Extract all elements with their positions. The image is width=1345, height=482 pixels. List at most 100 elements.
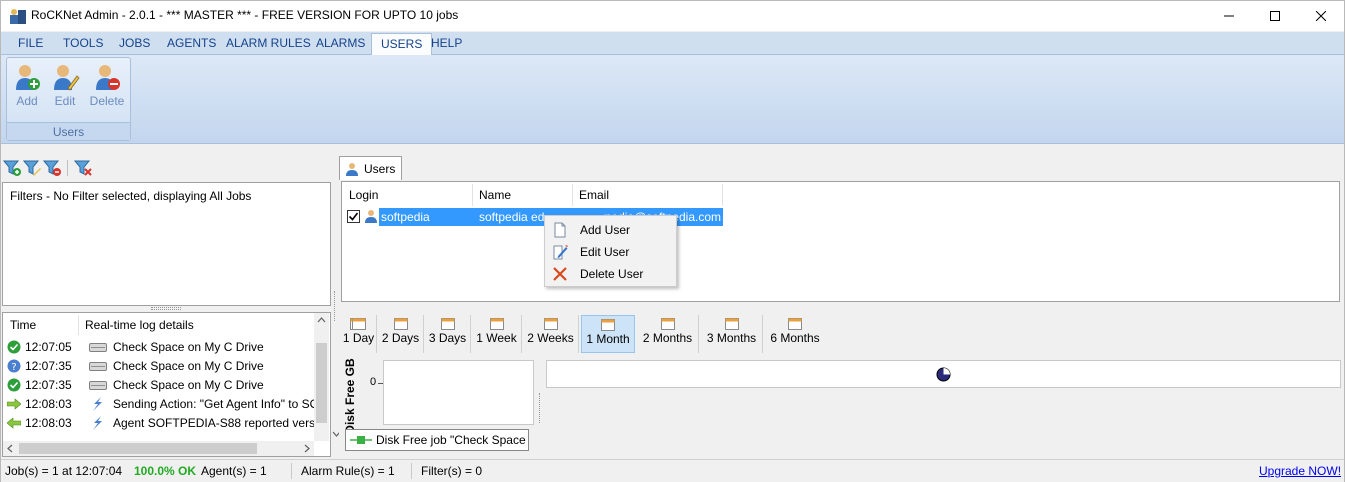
status-agents: Agent(s) = 1	[201, 464, 267, 478]
ctx-edit-user[interactable]: Edit User	[545, 241, 676, 263]
log-detail: Check Space on My C Drive	[113, 358, 264, 373]
success-check-icon	[7, 340, 21, 353]
menu-bar: FILE TOOLS JOBS AGENTS ALARM RULES ALARM…	[1, 32, 1344, 56]
column-name[interactable]: Name	[473, 184, 573, 206]
range-1-week[interactable]: 1 Week	[472, 315, 522, 353]
context-menu: Add User Edit User Delete User	[544, 215, 677, 287]
menu-alarm-rules[interactable]: ALARM RULES	[217, 32, 320, 55]
edit-filter-icon[interactable]	[22, 159, 41, 177]
edit-document-icon	[553, 245, 568, 260]
log-column-details[interactable]: Real-time log details	[85, 318, 194, 332]
log-horizontal-thumb[interactable]	[19, 443, 257, 454]
ctx-add-user[interactable]: Add User	[545, 219, 676, 241]
delete-x-icon	[553, 267, 567, 281]
chart-ylabel: Disk Free GB	[343, 358, 357, 434]
calendar-icon	[543, 318, 558, 330]
calendar-icon	[351, 318, 366, 330]
maximize-icon	[1270, 11, 1280, 21]
add-user-icon	[16, 65, 40, 90]
app-window: RoCKNet Admin - 2.0.1 - *** MASTER *** -…	[0, 0, 1345, 482]
range-2-months[interactable]: 2 Months	[637, 315, 699, 353]
add-user-ribbon-button[interactable]: Add	[7, 62, 47, 114]
log-vertical-scrollbar[interactable]	[314, 313, 341, 441]
drive-icon	[89, 380, 107, 390]
menu-agents[interactable]: AGENTS	[158, 32, 225, 55]
log-time: 12:07:35	[25, 377, 72, 392]
log-time: 12:08:03	[25, 396, 72, 411]
calendar-icon	[393, 318, 408, 330]
drive-icon	[89, 342, 107, 352]
log-row[interactable]: 12:07:35 Check Space on My C Drive	[7, 375, 264, 394]
svg-text:?: ?	[11, 362, 16, 373]
delete-user-ribbon-button[interactable]: Delete	[87, 62, 127, 114]
scroll-left-icon	[7, 444, 13, 453]
success-check-icon	[7, 378, 21, 391]
column-login[interactable]: Login	[343, 184, 473, 206]
drive-icon	[89, 361, 107, 371]
user-login-cell: softpedia	[381, 210, 430, 224]
lightning-icon	[93, 396, 102, 411]
user-row-icon	[365, 209, 377, 226]
calendar-icon	[660, 318, 675, 330]
log-row[interactable]: 12:07:05 Check Space on My C Drive	[7, 337, 264, 356]
log-row[interactable]: ? 12:07:35 Check Space on My C Drive	[7, 356, 264, 375]
clear-filter-icon[interactable]	[73, 159, 92, 177]
window-title: RoCKNet Admin - 2.0.1 - *** MASTER *** -…	[31, 8, 459, 22]
log-vertical-thumb[interactable]	[316, 343, 327, 423]
range-2-weeks[interactable]: 2 Weeks	[523, 315, 579, 353]
minimize-button[interactable]	[1206, 1, 1252, 31]
filter-toolbar	[2, 157, 92, 179]
range-2-days[interactable]: 2 Days	[378, 315, 424, 353]
legend-swatch	[350, 436, 372, 444]
user-name-cell: softpedia edit	[479, 210, 545, 224]
edit-user-ribbon-button[interactable]: Edit	[45, 62, 85, 114]
menu-alarms[interactable]: ALARMS	[307, 32, 374, 55]
log-row[interactable]: 12:08:03 Agent SOFTPEDIA-S88 reported ve…	[7, 413, 321, 432]
legend-label: Disk Free job "Check Space or	[376, 433, 529, 447]
add-filter-icon[interactable]	[2, 159, 21, 177]
log-row[interactable]: 12:08:03 Sending Action: "Get Agent Info…	[7, 394, 321, 413]
delete-filter-icon[interactable]	[42, 159, 61, 177]
add-label: Add	[16, 94, 38, 108]
scroll-up-icon	[317, 317, 326, 323]
app-logo-icon	[9, 7, 27, 25]
pie-chart-icon	[936, 367, 951, 382]
log-column-time[interactable]: Time	[10, 318, 36, 332]
column-email[interactable]: Email	[573, 184, 723, 206]
close-button[interactable]	[1298, 1, 1344, 31]
vertical-splitter[interactable]	[334, 291, 337, 321]
range-label: 2 Months	[642, 331, 693, 345]
ctx-delete-user[interactable]: Delete User	[545, 263, 676, 285]
tab-users[interactable]: Users	[339, 156, 402, 180]
log-time: 12:07:35	[25, 358, 72, 373]
filters-text: Filters - No Filter selected, displaying…	[10, 189, 252, 203]
menu-tools[interactable]: TOOLS	[54, 32, 112, 55]
chart-splitter[interactable]	[539, 393, 540, 423]
horizontal-splitter[interactable]	[151, 307, 181, 310]
range-1-day[interactable]: 1 Day	[341, 315, 377, 353]
chart-ytick: 0	[370, 376, 377, 388]
log-detail: Sending Action: "Get Agent Info" to SOF	[113, 396, 321, 411]
menu-file[interactable]: FILE	[9, 32, 52, 55]
filters-panel: Filters - No Filter selected, displaying…	[2, 182, 331, 306]
user-row-checkbox[interactable]	[347, 210, 360, 223]
range-3-months[interactable]: 3 Months	[701, 315, 763, 353]
menu-help[interactable]: HELP	[422, 32, 471, 55]
maximize-button[interactable]	[1252, 1, 1298, 31]
range-label: 3 Days	[428, 331, 467, 345]
range-3-days[interactable]: 3 Days	[425, 315, 471, 353]
minimize-icon	[1224, 15, 1234, 17]
menu-jobs[interactable]: JOBS	[110, 32, 159, 55]
range-6-months[interactable]: 6 Months	[764, 315, 826, 353]
scroll-right-icon	[304, 444, 310, 453]
log-detail: Check Space on My C Drive	[113, 339, 264, 354]
edit-label: Edit	[54, 94, 76, 108]
new-document-icon	[554, 222, 566, 238]
range-label: 6 Months	[770, 331, 820, 345]
upgrade-link[interactable]: Upgrade NOW!	[1259, 464, 1341, 478]
toolbar-separator	[67, 160, 68, 176]
log-horizontal-scrollbar[interactable]	[3, 441, 314, 456]
range-1-month[interactable]: 1 Month	[581, 315, 635, 353]
range-label: 2 Days	[381, 331, 420, 345]
log-header-divider	[78, 315, 79, 335]
